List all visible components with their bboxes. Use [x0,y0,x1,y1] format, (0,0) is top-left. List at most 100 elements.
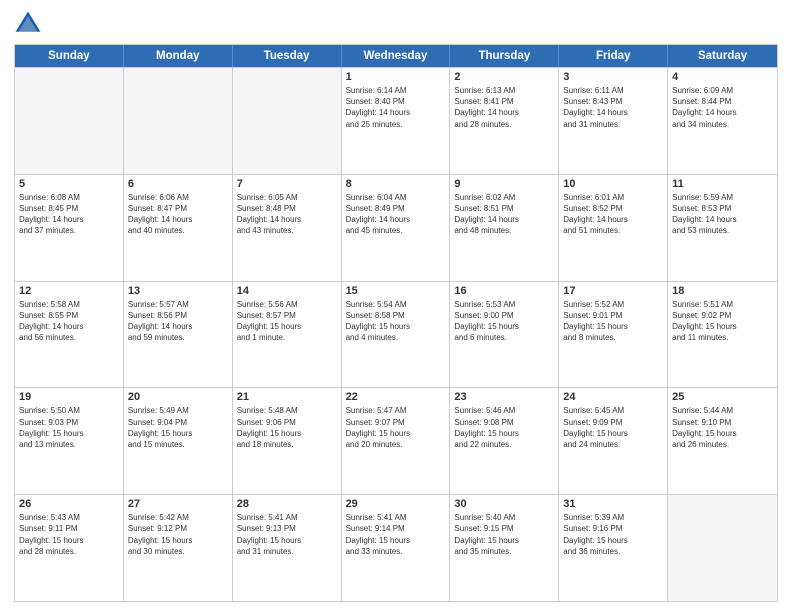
day-info: Sunrise: 5:41 AM Sunset: 9:14 PM Dayligh… [346,512,446,557]
day-number: 2 [454,71,554,83]
day-number: 9 [454,178,554,190]
day-number: 10 [563,178,663,190]
calendar-cell: 31 Sunrise: 5:39 AM Sunset: 9:16 PM Dayli… [559,495,668,601]
day-info: Sunrise: 5:39 AM Sunset: 9:16 PM Dayligh… [563,512,663,557]
logo-icon [14,10,42,38]
day-info: Sunrise: 6:01 AM Sunset: 8:52 PM Dayligh… [563,192,663,237]
day-info: Sunrise: 6:14 AM Sunset: 8:40 PM Dayligh… [346,85,446,130]
calendar-cell: 25 Sunrise: 5:44 AM Sunset: 9:10 PM Dayli… [668,388,777,494]
day-info: Sunrise: 6:09 AM Sunset: 8:44 PM Dayligh… [672,85,773,130]
day-info: Sunrise: 5:45 AM Sunset: 9:09 PM Dayligh… [563,405,663,450]
day-info: Sunrise: 5:49 AM Sunset: 9:04 PM Dayligh… [128,405,228,450]
day-info: Sunrise: 5:41 AM Sunset: 9:13 PM Dayligh… [237,512,337,557]
calendar-header: SundayMondayTuesdayWednesdayThursdayFrid… [15,45,777,67]
day-info: Sunrise: 5:57 AM Sunset: 8:56 PM Dayligh… [128,299,228,344]
calendar-cell: 12Sunrise: 5:58 AM Sunset: 8:55 PM Dayli… [15,282,124,388]
calendar-cell: 3Sunrise: 6:11 AM Sunset: 8:43 PM Daylig… [559,68,668,174]
day-number: 16 [454,285,554,297]
calendar-cell: 21 Sunrise: 5:48 AM Sunset: 9:06 PM Dayli… [233,388,342,494]
day-number: 13 [128,285,228,297]
calendar-cell: 4 Sunrise: 6:09 AM Sunset: 8:44 PM Daylig… [668,68,777,174]
day-info: Sunrise: 5:54 AM Sunset: 8:58 PM Dayligh… [346,299,446,344]
calendar-cell: 2 Sunrise: 6:13 AM Sunset: 8:41 PM Daylig… [450,68,559,174]
weekday-header: Monday [124,45,233,67]
calendar-cell [668,495,777,601]
day-number: 3 [563,71,663,83]
day-info: Sunrise: 6:08 AM Sunset: 8:45 PM Dayligh… [19,192,119,237]
day-number: 22 [346,391,446,403]
calendar-cell: 1 Sunrise: 6:14 AM Sunset: 8:40 PM Daylig… [342,68,451,174]
day-number: 4 [672,71,773,83]
calendar-cell: 9 Sunrise: 6:02 AM Sunset: 8:51 PM Daylig… [450,175,559,281]
day-info: Sunrise: 5:56 AM Sunset: 8:57 PM Dayligh… [237,299,337,344]
calendar-cell: 6 Sunrise: 6:06 AM Sunset: 8:47 PM Daylig… [124,175,233,281]
calendar-row: 1 Sunrise: 6:14 AM Sunset: 8:40 PM Daylig… [15,67,777,174]
day-info: Sunrise: 5:48 AM Sunset: 9:06 PM Dayligh… [237,405,337,450]
calendar-cell: 29 Sunrise: 5:41 AM Sunset: 9:14 PM Dayli… [342,495,451,601]
calendar-cell: 5 Sunrise: 6:08 AM Sunset: 8:45 PM Daylig… [15,175,124,281]
day-number: 28 [237,498,337,510]
calendar-row: 19 Sunrise: 5:50 AM Sunset: 9:03 PM Dayli… [15,387,777,494]
day-info: Sunrise: 6:06 AM Sunset: 8:47 PM Dayligh… [128,192,228,237]
day-info: Sunrise: 5:52 AM Sunset: 9:01 PM Dayligh… [563,299,663,344]
day-number: 1 [346,71,446,83]
day-number: 12 [19,285,119,297]
day-number: 17 [563,285,663,297]
day-number: 25 [672,391,773,403]
page: SundayMondayTuesdayWednesdayThursdayFrid… [0,0,792,612]
weekday-header: Saturday [668,45,777,67]
calendar-cell: 28 Sunrise: 5:41 AM Sunset: 9:13 PM Dayli… [233,495,342,601]
calendar-cell: 19 Sunrise: 5:50 AM Sunset: 9:03 PM Dayli… [15,388,124,494]
header [14,10,778,38]
calendar-cell: 17 Sunrise: 5:52 AM Sunset: 9:01 PM Dayli… [559,282,668,388]
calendar-row: 26Sunrise: 5:43 AM Sunset: 9:11 PM Dayli… [15,494,777,601]
day-number: 27 [128,498,228,510]
day-info: Sunrise: 5:40 AM Sunset: 9:15 PM Dayligh… [454,512,554,557]
day-number: 15 [346,285,446,297]
calendar-cell: 11Sunrise: 5:59 AM Sunset: 8:53 PM Dayli… [668,175,777,281]
weekday-header: Wednesday [342,45,451,67]
day-number: 30 [454,498,554,510]
day-info: Sunrise: 6:02 AM Sunset: 8:51 PM Dayligh… [454,192,554,237]
weekday-header: Friday [559,45,668,67]
day-info: Sunrise: 5:47 AM Sunset: 9:07 PM Dayligh… [346,405,446,450]
calendar-cell [15,68,124,174]
day-number: 5 [19,178,119,190]
day-number: 24 [563,391,663,403]
day-number: 31 [563,498,663,510]
calendar-cell: 15 Sunrise: 5:54 AM Sunset: 8:58 PM Dayli… [342,282,451,388]
day-info: Sunrise: 5:53 AM Sunset: 9:00 PM Dayligh… [454,299,554,344]
weekday-header: Sunday [15,45,124,67]
calendar-cell: 20 Sunrise: 5:49 AM Sunset: 9:04 PM Dayli… [124,388,233,494]
calendar-cell: 7 Sunrise: 6:05 AM Sunset: 8:48 PM Daylig… [233,175,342,281]
day-info: Sunrise: 5:46 AM Sunset: 9:08 PM Dayligh… [454,405,554,450]
calendar-cell: 14 Sunrise: 5:56 AM Sunset: 8:57 PM Dayli… [233,282,342,388]
day-number: 7 [237,178,337,190]
day-number: 19 [19,391,119,403]
calendar-cell: 23Sunrise: 5:46 AM Sunset: 9:08 PM Dayli… [450,388,559,494]
calendar: SundayMondayTuesdayWednesdayThursdayFrid… [14,44,778,602]
calendar-cell [124,68,233,174]
day-info: Sunrise: 5:51 AM Sunset: 9:02 PM Dayligh… [672,299,773,344]
day-number: 29 [346,498,446,510]
day-number: 21 [237,391,337,403]
calendar-cell: 10 Sunrise: 6:01 AM Sunset: 8:52 PM Dayli… [559,175,668,281]
day-number: 20 [128,391,228,403]
day-info: Sunrise: 6:13 AM Sunset: 8:41 PM Dayligh… [454,85,554,130]
calendar-cell [233,68,342,174]
calendar-cell: 30 Sunrise: 5:40 AM Sunset: 9:15 PM Dayli… [450,495,559,601]
calendar-cell: 18 Sunrise: 5:51 AM Sunset: 9:02 PM Dayli… [668,282,777,388]
day-number: 8 [346,178,446,190]
calendar-cell: 27Sunrise: 5:42 AM Sunset: 9:12 PM Dayli… [124,495,233,601]
day-info: Sunrise: 5:59 AM Sunset: 8:53 PM Dayligh… [672,192,773,237]
day-number: 14 [237,285,337,297]
day-number: 18 [672,285,773,297]
day-info: Sunrise: 5:44 AM Sunset: 9:10 PM Dayligh… [672,405,773,450]
weekday-header: Tuesday [233,45,342,67]
weekday-header: Thursday [450,45,559,67]
calendar-cell: 22 Sunrise: 5:47 AM Sunset: 9:07 PM Dayli… [342,388,451,494]
day-number: 6 [128,178,228,190]
calendar-cell: 8Sunrise: 6:04 AM Sunset: 8:49 PM Daylig… [342,175,451,281]
day-info: Sunrise: 5:50 AM Sunset: 9:03 PM Dayligh… [19,405,119,450]
day-info: Sunrise: 6:05 AM Sunset: 8:48 PM Dayligh… [237,192,337,237]
